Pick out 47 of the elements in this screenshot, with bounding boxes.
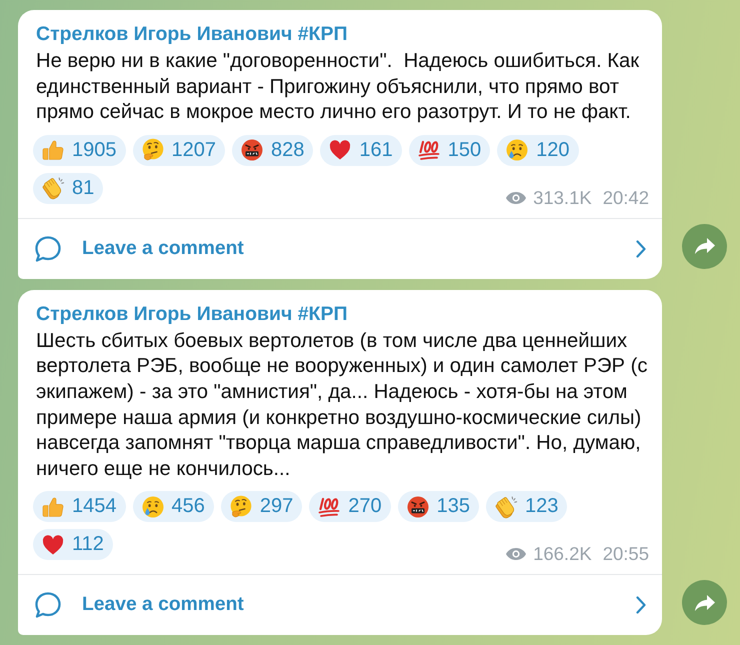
post-time: 20:42 xyxy=(602,186,649,209)
reaction-button[interactable]: 81 xyxy=(33,172,104,204)
comments-button[interactable]: Leave a comment xyxy=(18,574,662,636)
thinking-face-icon xyxy=(140,138,164,162)
channel-name[interactable]: Стрелков Игорь Иванович #КРП xyxy=(36,23,649,45)
chevron-right-icon xyxy=(636,596,646,614)
curved-arrow-icon xyxy=(694,237,716,256)
view-count: 313.1K xyxy=(533,186,592,209)
reaction-button[interactable]: 123 xyxy=(486,491,568,522)
clapping-hands-icon xyxy=(494,494,518,519)
curved-arrow-icon xyxy=(694,594,716,612)
reaction-button[interactable]: 1905 xyxy=(33,134,126,166)
reaction-button[interactable]: 828 xyxy=(232,134,314,166)
clapping-hands-icon xyxy=(41,176,65,200)
hundred-points-icon xyxy=(416,138,441,162)
reaction-button[interactable]: 1207 xyxy=(132,134,225,166)
reaction-button[interactable]: 270 xyxy=(309,491,391,522)
reaction-button[interactable]: 135 xyxy=(398,491,479,522)
eye-icon xyxy=(505,547,528,562)
thinking-face-icon xyxy=(228,494,253,519)
reaction-button[interactable]: 150 xyxy=(408,134,490,166)
view-count: 166.2K xyxy=(533,543,592,566)
crying-face-icon xyxy=(140,494,164,519)
crying-face-icon xyxy=(505,138,530,162)
comments-button[interactable]: Leave a comment xyxy=(18,218,662,279)
heart-icon xyxy=(328,138,352,162)
reaction-button[interactable]: 297 xyxy=(220,491,302,522)
thumbs-up-icon xyxy=(41,138,65,162)
thumbs-up-icon xyxy=(41,494,65,519)
eye-icon xyxy=(505,190,528,205)
comment-icon xyxy=(33,234,63,264)
heart-icon xyxy=(41,532,65,557)
reaction-button[interactable]: 120 xyxy=(497,134,578,166)
chevron-right-icon xyxy=(636,240,646,258)
post-time: 20:55 xyxy=(602,543,649,566)
reaction-button[interactable]: 456 xyxy=(132,491,214,522)
angry-face-icon xyxy=(240,138,264,162)
channel-name[interactable]: Стрелков Игорь Иванович #КРП xyxy=(36,302,649,325)
forward-button[interactable] xyxy=(682,224,727,269)
reaction-button[interactable]: 1454 xyxy=(33,491,126,522)
comment-icon xyxy=(33,590,63,620)
angry-face-icon xyxy=(406,494,430,519)
reaction-button[interactable]: 112 xyxy=(33,529,113,560)
forward-button[interactable] xyxy=(682,580,727,626)
message-text: Не верю ни в какие "договоренности". Надеюсь ошибиться. Как единственный вариант - Пригожину объяснили, что прямо вот прямо сейчас в мокрое место лично его разотрут. И то не факт. xyxy=(36,49,640,126)
reaction-button[interactable]: 161 xyxy=(320,134,402,166)
message-text: Шесть сбитых боевых вертолетов (в том числе два ценнейших вертолета РЭБ, вообще не вооруженных) и один самолет РЭР (с экипажем) - за это "амнистия", да... Надеюсь - хотя-бы на этом примере наша армия (и конкретно воздушно-космические силы) навсегда запомнят "творца марша справедливости". Но, думаю, ничего еще не кончилось... xyxy=(36,328,648,482)
